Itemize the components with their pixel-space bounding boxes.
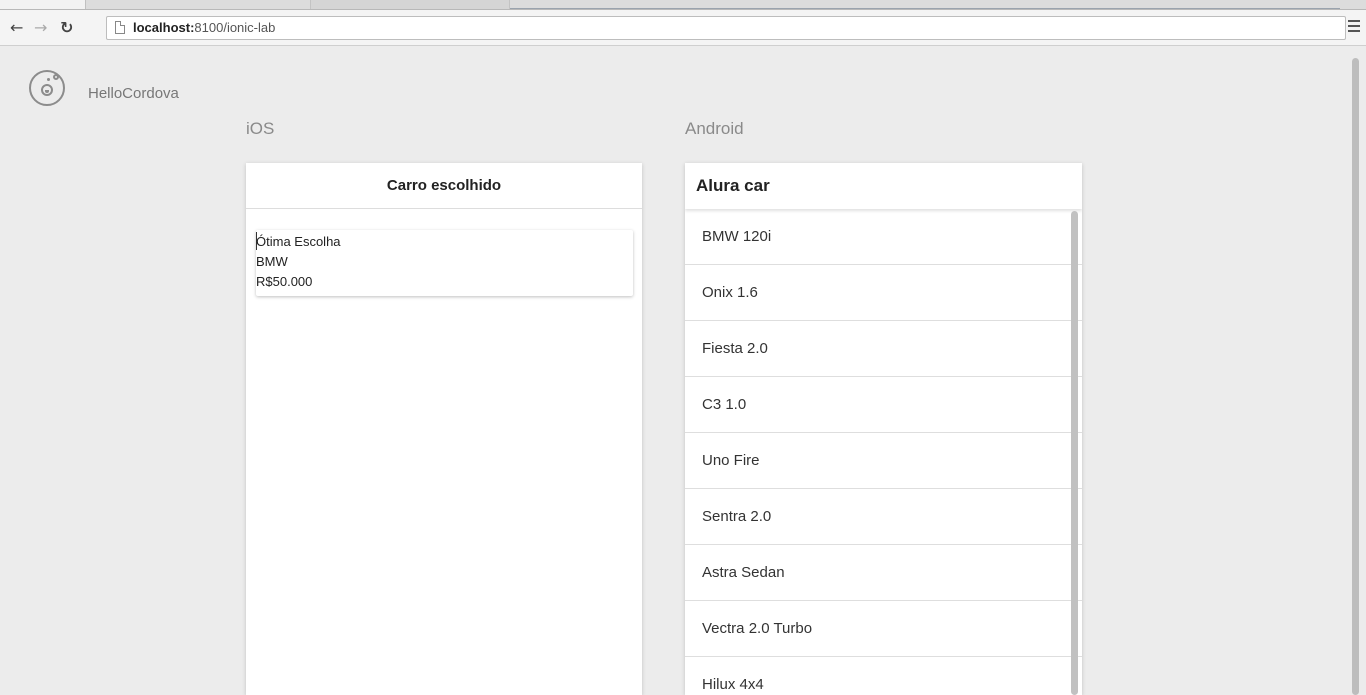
address-bar[interactable]: [106, 16, 1346, 40]
card-car-name: BMW: [256, 254, 288, 269]
list-item[interactable]: Hilux 4x4: [685, 657, 1082, 695]
android-device-frame: Alura car BMW 120i Onix 1.6 Fiesta 2.0 C…: [685, 163, 1082, 695]
list-item-label: Hilux 4x4: [702, 676, 764, 693]
list-item-label: Uno Fire: [702, 452, 760, 469]
list-item[interactable]: C3 1.0: [685, 377, 1082, 433]
android-platform-label: Android: [685, 119, 744, 138]
list-item-label: Astra Sedan: [702, 564, 785, 581]
hamburger-menu-icon[interactable]: [1348, 20, 1360, 32]
url-text[interactable]: localhost:8100/ionic-lab: [133, 20, 275, 36]
list-item[interactable]: Fiesta 2.0: [685, 321, 1082, 377]
page-icon: [115, 21, 125, 34]
choice-card: Ótima Escolha BMW R$50.000: [256, 230, 633, 296]
ios-page-title: Carro escolhido: [386, 177, 502, 194]
list-item[interactable]: Uno Fire: [685, 433, 1082, 489]
list-item[interactable]: Onix 1.6: [685, 265, 1082, 321]
list-item-label: Sentra 2.0: [702, 508, 772, 525]
list-item-label: Vectra 2.0 Turbo: [702, 620, 813, 637]
list-item[interactable]: BMW 120i: [685, 209, 1082, 265]
card-car-price: R$50.000: [256, 274, 313, 289]
reload-button[interactable]: ↻: [60, 20, 73, 36]
back-button[interactable]: ←: [10, 20, 23, 36]
list-item-label: C3 1.0: [702, 396, 747, 413]
list-item-label: BMW 120i: [702, 228, 772, 245]
url-host: localhost:: [133, 20, 195, 35]
forward-button[interactable]: →: [34, 20, 47, 36]
list-scrollbar[interactable]: [1071, 211, 1078, 695]
list-item[interactable]: Astra Sedan: [685, 545, 1082, 601]
android-toolbar: Alura car: [685, 163, 1082, 209]
ios-platform-label: iOS: [246, 119, 275, 138]
android-page-title: Alura car: [696, 176, 770, 195]
ios-navbar: Carro escolhido: [246, 163, 642, 209]
card-choice-text: Ótima Escolha: [256, 234, 341, 249]
list-item[interactable]: Sentra 2.0: [685, 489, 1082, 545]
url-path: 8100/ionic-lab: [194, 20, 276, 35]
list-item-label: Fiesta 2.0: [702, 340, 768, 357]
page-scrollbar[interactable]: [1352, 58, 1359, 695]
car-list: BMW 120i Onix 1.6 Fiesta 2.0 C3 1.0 Uno …: [685, 209, 1082, 695]
list-item[interactable]: Vectra 2.0 Turbo: [685, 601, 1082, 657]
app-name: HelloCordova: [88, 85, 179, 102]
ios-device-frame: Carro escolhido Ótima Escolha BMW R$50.0…: [246, 163, 642, 695]
ionic-lab-flask-icon: [29, 70, 65, 106]
list-item-label: Onix 1.6: [702, 284, 758, 301]
